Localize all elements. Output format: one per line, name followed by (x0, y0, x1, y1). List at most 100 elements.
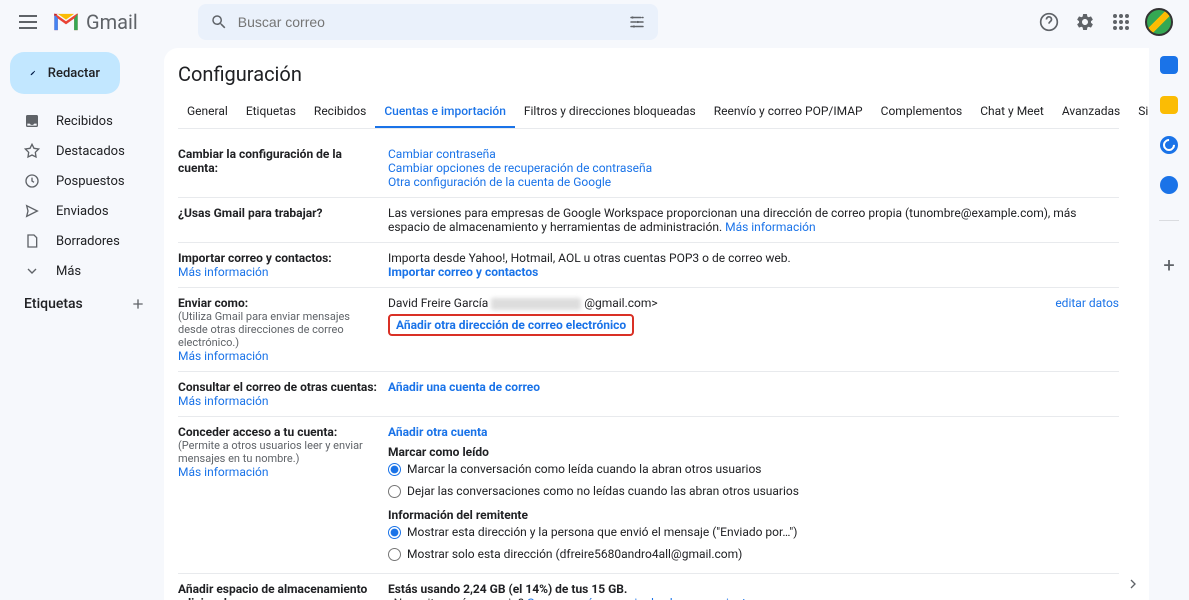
hamburger-icon (19, 15, 37, 29)
import-contacts-link[interactable]: Importar correo y contactos (388, 265, 538, 279)
add-address-link[interactable]: Añadir otra dirección de correo electrón… (396, 318, 626, 332)
work-more-link[interactable]: Más información (725, 220, 816, 234)
mark-read-opt2: Dejar las conversaciones como no leídas … (407, 481, 799, 503)
keep-addon[interactable] (1160, 96, 1178, 114)
add-mail-account-link[interactable]: Añadir una cuenta de correo (388, 380, 540, 394)
row-storage: Añadir espacio de almacenamiento adicion… (178, 574, 1119, 600)
tab-addons[interactable]: Complementos (872, 96, 972, 128)
labels-title: Etiquetas (24, 296, 83, 312)
get-addons-button[interactable]: + (1163, 253, 1174, 277)
tab-inbox[interactable]: Recibidos (305, 96, 375, 128)
sender-radio-1[interactable] (388, 526, 401, 539)
mark-read-opt1: Marcar la conversación como leída cuando… (407, 459, 762, 481)
sendas-email-redacted (491, 298, 581, 310)
sender-opt2: Mostrar solo esta dirección (dfreire5680… (407, 544, 742, 566)
nav-label: Enviados (56, 204, 109, 219)
nav-label: Destacados (56, 144, 125, 159)
help-icon (1039, 12, 1059, 32)
search-bar[interactable] (198, 4, 658, 40)
nav-inbox[interactable]: Recibidos (0, 106, 154, 136)
tab-general[interactable]: General (178, 96, 237, 128)
sidebar: Redactar Recibidos Destacados Pospuestos… (0, 44, 164, 600)
gear-icon (1075, 12, 1095, 32)
row-label: Añadir espacio de almacenamiento adicion… (178, 582, 388, 600)
rail-divider (1159, 220, 1179, 221)
storage-text: Estás usando 2,24 GB (el 14%) de tus 15 … (388, 582, 1119, 596)
header-actions (1037, 8, 1173, 36)
sendas-email-suffix: @gmail.com> (584, 296, 658, 310)
pencil-icon (30, 64, 36, 82)
row-label: Enviar como: (178, 296, 378, 310)
apps-button[interactable] (1109, 10, 1133, 34)
side-panel-toggle[interactable] (1125, 576, 1141, 592)
plus-icon[interactable] (130, 296, 146, 312)
support-button[interactable] (1037, 10, 1061, 34)
nav-snoozed[interactable]: Pospuestos (0, 166, 154, 196)
compose-button[interactable]: Redactar (10, 52, 120, 94)
app-header: Gmail (0, 0, 1189, 44)
tab-filters[interactable]: Filtros y direcciones bloqueadas (515, 96, 705, 128)
row-label: Consultar el correo de otras cuentas: (178, 380, 378, 394)
row-label: Conceder acceso a tu cuenta: (178, 425, 378, 439)
change-recovery-link[interactable]: Cambiar opciones de recuperación de cont… (388, 161, 652, 175)
side-panel: + (1149, 44, 1189, 600)
settings-button[interactable] (1073, 10, 1097, 34)
row-sublabel: (Permite a otros usuarios leer y enviar … (178, 439, 378, 465)
tab-accounts-import[interactable]: Cuentas e importación (375, 96, 515, 128)
tab-chat[interactable]: Chat y Meet (971, 96, 1053, 128)
storage-question: ¿Necesitas más espacio? (388, 596, 527, 600)
row-change-account: Cambiar la configuración de la cuenta: C… (178, 139, 1119, 198)
search-icon (210, 13, 228, 31)
nav-more[interactable]: Más (0, 256, 154, 286)
row-label: Importar correo y contactos: (178, 251, 378, 265)
tab-advanced[interactable]: Avanzadas (1053, 96, 1129, 128)
nav-sent[interactable]: Enviados (0, 196, 154, 226)
row-label: ¿Usas Gmail para trabajar? (178, 206, 388, 234)
tab-forwarding[interactable]: Reenvío y correo POP/IMAP (705, 96, 872, 128)
mark-read-radio-1[interactable] (388, 463, 401, 476)
google-account-link[interactable]: Otra configuración de la cuenta de Googl… (388, 175, 611, 189)
import-text: Importa desde Yahoo!, Hotmail, AOL u otr… (388, 251, 1119, 265)
star-icon (24, 143, 40, 159)
settings-content: Configuración General Etiquetas Recibido… (164, 48, 1149, 600)
grant-more-link[interactable]: Más información (178, 465, 269, 479)
tasks-addon[interactable] (1160, 136, 1178, 154)
gmail-logo[interactable]: Gmail (52, 10, 138, 34)
gmail-icon (52, 10, 80, 34)
tab-labels[interactable]: Etiquetas (237, 96, 305, 128)
row-send-as: Enviar como: (Utiliza Gmail para enviar … (178, 288, 1119, 372)
main-menu-button[interactable] (16, 10, 40, 34)
sender-info-title: Información del remitente (388, 508, 1119, 522)
row-work: ¿Usas Gmail para trabajar? Las versiones… (178, 198, 1119, 243)
buy-storage-link[interactable]: Comprar más espacio de almacenamiento (527, 596, 753, 600)
account-avatar[interactable] (1145, 8, 1173, 36)
nav-label: Más (56, 264, 81, 279)
mark-read-radio-2[interactable] (388, 485, 401, 498)
contacts-addon[interactable] (1160, 176, 1178, 194)
mark-read-title: Marcar como leído (388, 445, 1119, 459)
send-icon (24, 203, 40, 219)
chevron-down-icon (24, 263, 40, 279)
add-account-link[interactable]: Añadir otra cuenta (388, 425, 487, 439)
row-grant-access: Conceder acceso a tu cuenta: (Permite a … (178, 417, 1119, 574)
sendas-name: David Freire García (388, 296, 491, 310)
search-options-icon[interactable] (628, 13, 646, 31)
import-more-link[interactable]: Más información (178, 265, 269, 279)
nav-label: Pospuestos (56, 174, 125, 189)
compose-label: Redactar (48, 66, 100, 81)
add-address-highlight: Añadir otra dirección de correo electrón… (388, 314, 634, 336)
change-password-link[interactable]: Cambiar contraseña (388, 147, 496, 161)
clock-icon (24, 173, 40, 189)
nav-drafts[interactable]: Borradores (0, 226, 154, 256)
sender-radio-2[interactable] (388, 548, 401, 561)
gmail-text: Gmail (86, 10, 138, 34)
calendar-addon[interactable] (1160, 56, 1178, 74)
sendas-more-link[interactable]: Más información (178, 349, 269, 363)
file-icon (24, 233, 40, 249)
check-more-link[interactable]: Más información (178, 394, 269, 408)
nav-starred[interactable]: Destacados (0, 136, 154, 166)
edit-data-link[interactable]: editar datos (1055, 296, 1119, 310)
tab-offline[interactable]: Sin conexión (1129, 96, 1149, 128)
search-input[interactable] (238, 14, 628, 30)
inbox-icon (24, 113, 40, 129)
